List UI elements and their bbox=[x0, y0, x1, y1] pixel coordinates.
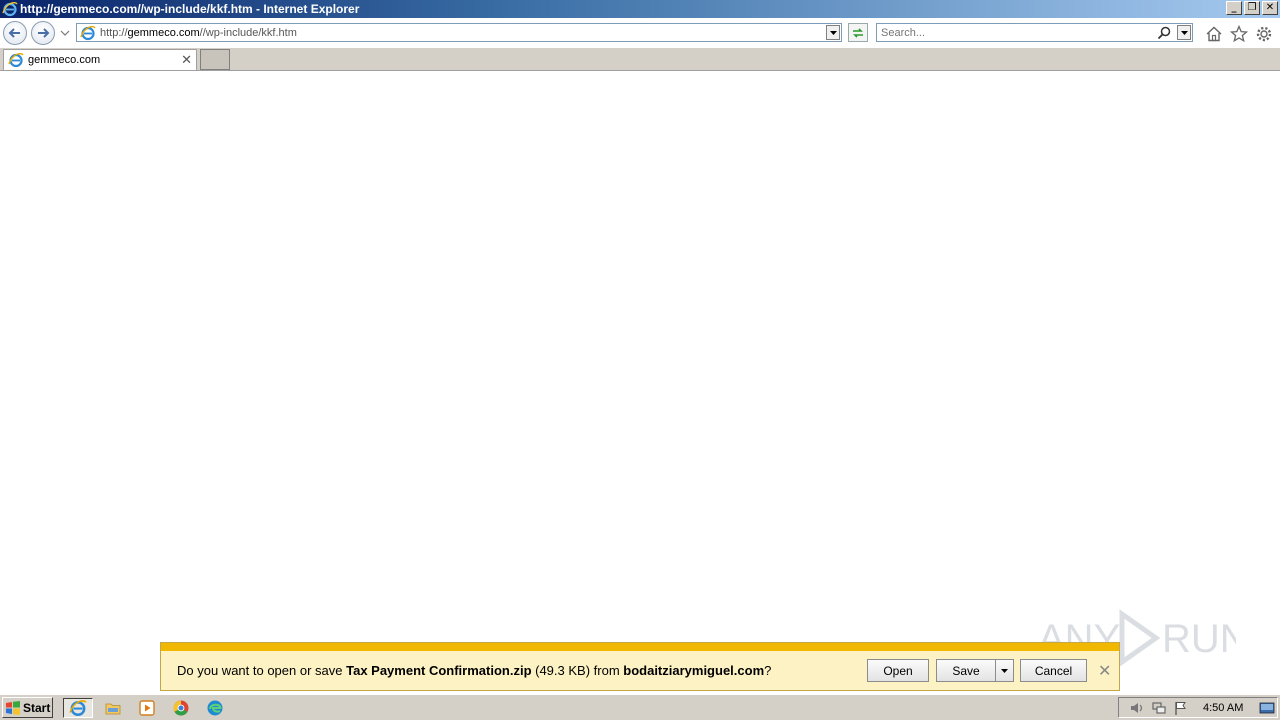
search-box[interactable] bbox=[876, 23, 1193, 42]
internet-explorer-icon bbox=[8, 53, 24, 68]
favorites-star-icon[interactable] bbox=[1230, 25, 1248, 43]
cancel-button[interactable]: Cancel bbox=[1020, 659, 1087, 682]
show-desktop-icon[interactable] bbox=[1259, 700, 1275, 716]
clock[interactable]: 4:50 AM bbox=[1203, 702, 1243, 714]
search-icon[interactable] bbox=[1156, 25, 1172, 41]
taskbar-internet-explorer[interactable] bbox=[63, 698, 93, 718]
download-bar-close-icon[interactable]: ✕ bbox=[1098, 661, 1111, 680]
refresh-icon bbox=[853, 27, 863, 38]
windows-logo-icon bbox=[6, 700, 20, 715]
chrome-icon bbox=[173, 700, 189, 716]
taskbar-chrome[interactable] bbox=[170, 698, 192, 718]
start-label: Start bbox=[23, 700, 51, 715]
address-bar[interactable]: http://gemmeco.com//wp-include/kkf.htm bbox=[76, 23, 842, 42]
taskbar: Start 4:50 AM bbox=[0, 694, 1280, 720]
file-explorer-icon bbox=[105, 703, 121, 715]
navigation-bar: http://gemmeco.com//wp-include/kkf.htm bbox=[0, 18, 1280, 48]
compatibility-refresh-button[interactable] bbox=[848, 23, 868, 42]
chevron-down-icon bbox=[829, 30, 837, 35]
close-button[interactable]: ✕ bbox=[1262, 1, 1278, 15]
taskbar-edge[interactable] bbox=[204, 698, 226, 718]
home-icon[interactable] bbox=[1205, 25, 1223, 43]
new-tab-button[interactable] bbox=[200, 49, 230, 70]
download-message: Do you want to open or save Tax Payment … bbox=[177, 663, 772, 678]
download-bar-accent bbox=[161, 643, 1119, 651]
start-button[interactable]: Start bbox=[2, 697, 53, 718]
download-notification-bar: Do you want to open or save Tax Payment … bbox=[160, 642, 1120, 691]
page-content bbox=[0, 72, 1280, 694]
download-source: bodaitziarymiguel.com bbox=[623, 663, 765, 678]
address-url: http://gemmeco.com//wp-include/kkf.htm bbox=[100, 26, 297, 39]
window-titlebar[interactable]: http://gemmeco.com//wp-include/kkf.htm -… bbox=[0, 0, 1280, 18]
download-filename: Tax Payment Confirmation.zip bbox=[346, 663, 532, 678]
back-button[interactable] bbox=[3, 21, 27, 45]
taskbar-file-explorer[interactable] bbox=[102, 698, 124, 718]
forward-button[interactable] bbox=[31, 21, 55, 45]
chevron-down-icon bbox=[1180, 30, 1188, 35]
action-center-flag-icon[interactable] bbox=[1173, 700, 1189, 716]
save-options-button[interactable] bbox=[995, 659, 1014, 682]
chevron-down-icon bbox=[1001, 668, 1008, 673]
internet-explorer-icon bbox=[80, 25, 96, 40]
taskbar-media-player[interactable] bbox=[136, 698, 158, 718]
forward-arrow-icon bbox=[38, 28, 50, 38]
tab-label: gemmeco.com bbox=[28, 54, 101, 66]
internet-explorer-icon bbox=[69, 700, 87, 716]
search-dropdown-button[interactable] bbox=[1177, 25, 1191, 40]
minimize-button[interactable]: _ bbox=[1226, 1, 1242, 15]
svg-text:RUN: RUN bbox=[1162, 617, 1236, 661]
edge-icon bbox=[207, 700, 223, 716]
system-tray: 4:50 AM bbox=[1118, 697, 1278, 718]
open-button[interactable]: Open bbox=[867, 659, 929, 682]
back-arrow-icon bbox=[8, 28, 20, 38]
internet-explorer-icon bbox=[2, 2, 18, 17]
tab-close-icon[interactable]: ✕ bbox=[181, 53, 192, 68]
window-title: http://gemmeco.com//wp-include/kkf.htm -… bbox=[20, 2, 360, 16]
settings-gear-icon[interactable] bbox=[1255, 25, 1273, 43]
history-dropdown-icon[interactable] bbox=[60, 29, 70, 37]
media-player-icon bbox=[139, 700, 155, 716]
tab-bar: gemmeco.com ✕ bbox=[0, 48, 1280, 71]
restore-button[interactable]: ❐ bbox=[1244, 1, 1260, 15]
speaker-icon[interactable] bbox=[1129, 700, 1145, 716]
address-dropdown-button[interactable] bbox=[826, 25, 840, 40]
save-button[interactable]: Save bbox=[936, 659, 996, 682]
network-icon[interactable] bbox=[1151, 700, 1167, 716]
search-input[interactable] bbox=[881, 24, 1151, 41]
tab-gemmeco[interactable]: gemmeco.com ✕ bbox=[3, 49, 197, 70]
